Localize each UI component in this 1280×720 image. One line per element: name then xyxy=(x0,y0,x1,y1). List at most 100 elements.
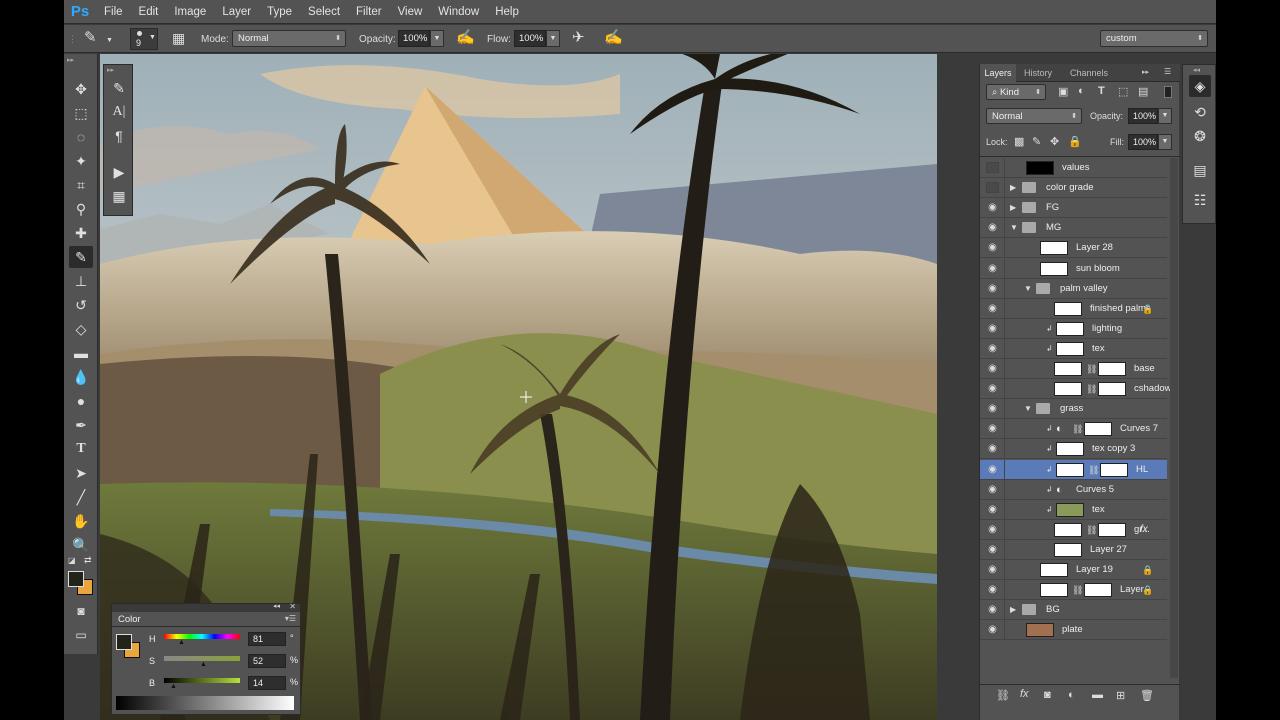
layer-thumbnail[interactable] xyxy=(1054,301,1082,316)
mask-link-icon[interactable]: ⛓ xyxy=(1086,523,1097,537)
collapsed-triangle-icon[interactable]: ▶ xyxy=(1010,201,1016,215)
layer-row[interactable]: ◉ Layer 28 xyxy=(980,238,1167,259)
hand-tool-icon[interactable]: ✋ xyxy=(69,510,93,532)
quick-selection-tool-icon[interactable]: ✦ xyxy=(69,150,93,172)
menu-filter[interactable]: Filter xyxy=(348,0,390,24)
eye-icon[interactable]: ◉ xyxy=(986,383,999,394)
layer-name[interactable]: base xyxy=(1134,362,1155,376)
clone-stamp-tool-icon[interactable]: ⊥ xyxy=(69,270,93,292)
opacity-dropdown-arrow[interactable]: ▼ xyxy=(430,30,444,47)
layer-name[interactable]: Layer 28 xyxy=(1076,241,1113,255)
mask-link-icon[interactable]: ⛓ xyxy=(1072,583,1083,597)
eyedropper-tool-icon[interactable]: ⚲ xyxy=(69,198,93,220)
blend-mode-dropdown[interactable]: Normal ⬍ xyxy=(986,108,1082,124)
layer-row[interactable]: ◉ ↲ tex xyxy=(980,338,1167,359)
layer-name[interactable]: lighting xyxy=(1092,322,1122,336)
channels-panel-icon[interactable]: ❂ xyxy=(1189,125,1211,147)
layer-name[interactable]: Layer 27 xyxy=(1090,543,1127,557)
eraser-tool-icon[interactable]: ◇ xyxy=(69,318,93,340)
eye-icon[interactable]: ◉ xyxy=(986,222,999,233)
layer-opacity-arrow[interactable]: ▼ xyxy=(1158,108,1172,124)
eye-hidden-icon[interactable] xyxy=(986,182,999,194)
fx-icon[interactable]: fx xyxy=(1020,688,1029,700)
adjustments-panel-icon[interactable]: ☷ xyxy=(1189,189,1211,211)
layer-row[interactable]: ◉ ⛓ gr... fx xyxy=(980,519,1167,540)
layer-row[interactable]: ◉ ↲ ◐ Curves 5 xyxy=(980,479,1167,500)
eye-icon[interactable]: ◉ xyxy=(986,283,999,294)
layer-name[interactable]: MG xyxy=(1046,221,1061,235)
blur-tool-icon[interactable]: 💧 xyxy=(69,366,93,388)
type-tool-icon[interactable]: T xyxy=(69,438,93,460)
default-colors-icon[interactable]: ◪ xyxy=(68,556,76,565)
eye-icon[interactable]: ◉ xyxy=(986,443,999,454)
layer-mask-thumbnail[interactable] xyxy=(1098,382,1126,397)
layer-row[interactable]: ◉ ↲ tex copy 3 xyxy=(980,439,1167,460)
layer-thumbnail[interactable] xyxy=(1056,341,1084,356)
airbrush-icon[interactable]: ✈ xyxy=(572,30,585,45)
collapsed-triangle-icon[interactable]: ▶ xyxy=(1010,181,1016,195)
eye-icon[interactable]: ◉ xyxy=(986,504,999,515)
layer-row[interactable]: ◉ ⛓ Layer... 🔒 xyxy=(980,580,1167,601)
workspace-dropdown[interactable]: custom ⬍ xyxy=(1100,30,1208,47)
eye-icon[interactable]: ◉ xyxy=(986,564,999,575)
panel-menu-icon[interactable]: ▾☰ xyxy=(285,614,296,623)
lock-transparency-icon[interactable]: ▩ xyxy=(1014,135,1024,148)
history-brush-tool-icon[interactable]: ↺ xyxy=(69,294,93,316)
lasso-tool-icon[interactable]: ◌ xyxy=(69,126,93,148)
expand-arrows-icon[interactable]: ▸▸ xyxy=(1142,68,1149,76)
layer-group-row[interactable]: ◉ ▼ palm valley xyxy=(980,278,1167,299)
layer-thumbnail[interactable] xyxy=(1026,623,1054,638)
eye-icon[interactable]: ◉ xyxy=(986,343,999,354)
eye-icon[interactable]: ◉ xyxy=(986,303,999,314)
layer-mask-thumbnail[interactable] xyxy=(1084,583,1112,598)
eye-icon[interactable]: ◉ xyxy=(986,202,999,213)
eye-icon[interactable]: ◉ xyxy=(986,484,999,495)
hue-slider[interactable] xyxy=(164,634,240,639)
layer-row[interactable]: ◉ ↲ tex xyxy=(980,499,1167,520)
brush-panel-toggle-icon[interactable]: ▦ xyxy=(172,31,185,45)
eye-icon[interactable]: ◉ xyxy=(986,263,999,274)
layer-mask-thumbnail[interactable] xyxy=(1100,462,1128,477)
layer-fill-arrow[interactable]: ▼ xyxy=(1158,134,1172,150)
foreground-color-swatch[interactable] xyxy=(68,571,84,587)
collapse-arrows-icon[interactable]: ◂◂ xyxy=(1193,66,1200,74)
link-layers-icon[interactable]: ⛓ xyxy=(996,689,1010,702)
dodge-tool-icon[interactable]: ● xyxy=(69,390,93,412)
new-layer-icon[interactable]: ⊞ xyxy=(1116,689,1125,702)
saturation-slider-thumb[interactable]: ▲ xyxy=(200,661,207,668)
close-icon[interactable]: ✕ xyxy=(289,602,296,611)
menu-file[interactable]: File xyxy=(96,0,131,24)
swap-colors-icon[interactable]: ⇄ xyxy=(84,555,92,566)
layer-row[interactable]: values xyxy=(980,158,1167,178)
brush-size-picker[interactable]: 9 ▼ xyxy=(130,28,158,50)
pen-tool-icon[interactable]: ✒ xyxy=(69,414,93,436)
character-panel-icon[interactable]: A| xyxy=(108,101,130,123)
layer-mask-thumbnail[interactable] xyxy=(1098,522,1126,537)
move-tool-icon[interactable]: ✥ xyxy=(69,78,93,100)
eye-icon[interactable]: ◉ xyxy=(986,544,999,555)
layer-thumbnail[interactable] xyxy=(1040,241,1068,256)
layer-row[interactable]: ◉ Layer 27 xyxy=(980,539,1167,560)
layer-name[interactable]: palm valley xyxy=(1060,282,1108,296)
layer-name[interactable]: plate xyxy=(1062,623,1083,637)
layer-row[interactable]: ◉ ↲ lighting xyxy=(980,318,1167,339)
grid-panel-icon[interactable]: ▦ xyxy=(108,185,130,207)
tab-channels[interactable]: Channels xyxy=(1070,64,1108,82)
lock-position-icon[interactable]: ✥ xyxy=(1050,135,1059,148)
filter-smart-object-icon[interactable]: ▤ xyxy=(1138,85,1148,98)
mask-link-icon[interactable]: ⛓ xyxy=(1088,463,1099,477)
layer-name[interactable]: color grade xyxy=(1046,181,1094,195)
mask-link-icon[interactable]: ⛓ xyxy=(1086,382,1097,396)
pressure-opacity-icon[interactable]: ✍ xyxy=(456,30,475,45)
collapsed-triangle-icon[interactable]: ▶ xyxy=(1010,603,1016,617)
expanded-triangle-icon[interactable]: ▼ xyxy=(1024,402,1032,416)
layer-group-row[interactable]: ◉ ▼ MG xyxy=(980,218,1167,239)
layer-name[interactable]: tex xyxy=(1092,503,1105,517)
lock-all-icon[interactable]: 🔒 xyxy=(1068,135,1082,148)
brush-tool-icon[interactable]: ✎ xyxy=(69,246,93,268)
layer-thumbnail[interactable] xyxy=(1054,522,1082,537)
brightness-field[interactable]: 14 xyxy=(248,676,286,690)
actions-play-icon[interactable]: ▶ xyxy=(108,161,130,183)
layer-name[interactable]: Curves 5 xyxy=(1076,483,1114,497)
eye-icon[interactable]: ◉ xyxy=(986,524,999,535)
